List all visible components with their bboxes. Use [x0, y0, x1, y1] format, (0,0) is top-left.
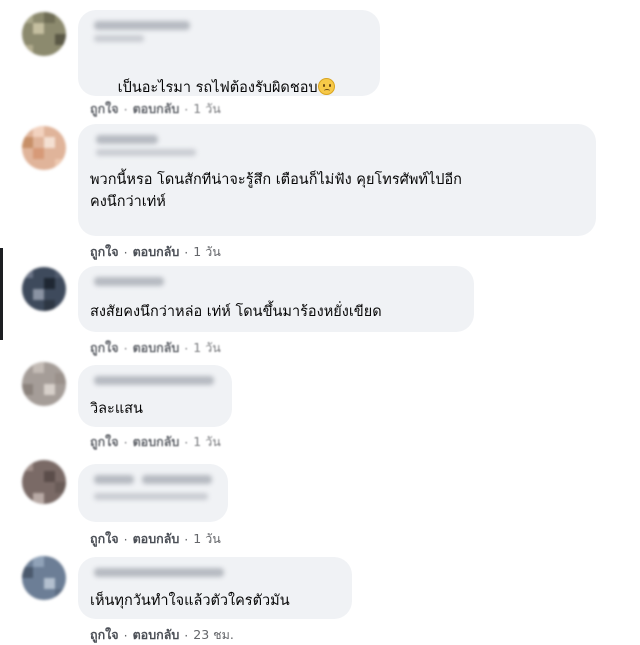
separator: · [123, 101, 128, 117]
comment-actions: ถูกใจ · ตอบกลับ · 23 ชม. [90, 625, 234, 645]
reply-button[interactable]: ตอบกลับ [133, 242, 180, 262]
comment-bubble: สงสัยคงนึกว่าหล่อ เท่ห์ โดนขึ้นมาร้องหยั… [78, 266, 474, 332]
author-name-blurred[interactable] [90, 473, 216, 500]
timestamp[interactable]: 1 วัน [193, 432, 221, 452]
like-button[interactable]: ถูกใจ [90, 338, 119, 358]
separator: · [184, 434, 189, 450]
timestamp[interactable]: 1 วัน [193, 529, 221, 549]
comment-text: วิละแสน [90, 401, 143, 417]
comment-bubble: วิละแสน [78, 365, 232, 427]
separator: · [184, 101, 189, 117]
reply-button[interactable]: ตอบกลับ [133, 529, 180, 549]
comment-actions: ถูกใจ · ตอบกลับ · 1 วัน [90, 242, 221, 262]
reply-button[interactable]: ตอบกลับ [133, 625, 180, 645]
separator: · [123, 434, 128, 450]
comment-text: พวกนี้หรอ โดนสักทีน่าจะรู้สึก เตือนก็ไม่… [90, 172, 462, 210]
avatar[interactable] [22, 12, 66, 56]
author-name-blurred[interactable] [90, 19, 368, 42]
separator: · [123, 627, 128, 643]
like-button[interactable]: ถูกใจ [90, 242, 119, 262]
like-button[interactable]: ถูกใจ [90, 432, 119, 452]
separator: · [123, 531, 128, 547]
scrollbar-edge[interactable] [0, 248, 3, 340]
separator: · [184, 531, 189, 547]
comment-actions: ถูกใจ · ตอบกลับ · 1 วัน [90, 529, 221, 549]
like-button[interactable]: ถูกใจ [90, 529, 119, 549]
timestamp[interactable]: 1 วัน [193, 99, 221, 119]
avatar[interactable] [22, 267, 66, 311]
comment-bubble: เห็นทุกวันทำใจแล้วตัวใครตัวมัน [78, 557, 352, 619]
comment-actions: ถูกใจ · ตอบกลับ · 1 วัน [90, 99, 221, 119]
avatar[interactable] [22, 460, 66, 504]
comment-bubble: พวกนี้หรอ โดนสักทีน่าจะรู้สึก เตือนก็ไม่… [78, 124, 596, 236]
separator: · [184, 244, 189, 260]
separator: · [184, 340, 189, 356]
like-button[interactable]: ถูกใจ [90, 99, 119, 119]
comment-bubble [78, 464, 228, 522]
author-name-blurred[interactable] [90, 374, 220, 388]
reply-button[interactable]: ตอบกลับ [133, 99, 180, 119]
comment-actions: ถูกใจ · ตอบกลับ · 1 วัน [90, 432, 221, 452]
timestamp[interactable]: 23 ชม. [193, 625, 234, 645]
separator: · [123, 244, 128, 260]
reply-button[interactable]: ตอบกลับ [133, 338, 180, 358]
comment-text: เห็นทุกวันทำใจแล้วตัวใครตัวมัน [90, 593, 290, 609]
comment-text-body: เป็นอะไรมา รถไฟต้องรับผิดชอบ [117, 80, 318, 96]
author-name-blurred[interactable] [90, 275, 462, 289]
author-name-blurred[interactable] [90, 566, 340, 580]
author-name-blurred[interactable] [90, 133, 584, 156]
avatar[interactable] [22, 556, 66, 600]
comment-text: สงสัยคงนึกว่าหล่อ เท่ห์ โดนขึ้นมาร้องหยั… [90, 304, 382, 320]
comment-bubble: เป็นอะไรมา รถไฟต้องรับผิดชอบ [78, 10, 380, 96]
avatar[interactable] [22, 126, 66, 170]
comment-actions: ถูกใจ · ตอบกลับ · 1 วัน [90, 338, 221, 358]
sad-face-icon [317, 78, 335, 95]
avatar[interactable] [22, 362, 66, 406]
separator: · [184, 627, 189, 643]
timestamp[interactable]: 1 วัน [193, 242, 221, 262]
separator: · [123, 340, 128, 356]
timestamp[interactable]: 1 วัน [193, 338, 221, 358]
reply-button[interactable]: ตอบกลับ [133, 432, 180, 452]
like-button[interactable]: ถูกใจ [90, 625, 119, 645]
